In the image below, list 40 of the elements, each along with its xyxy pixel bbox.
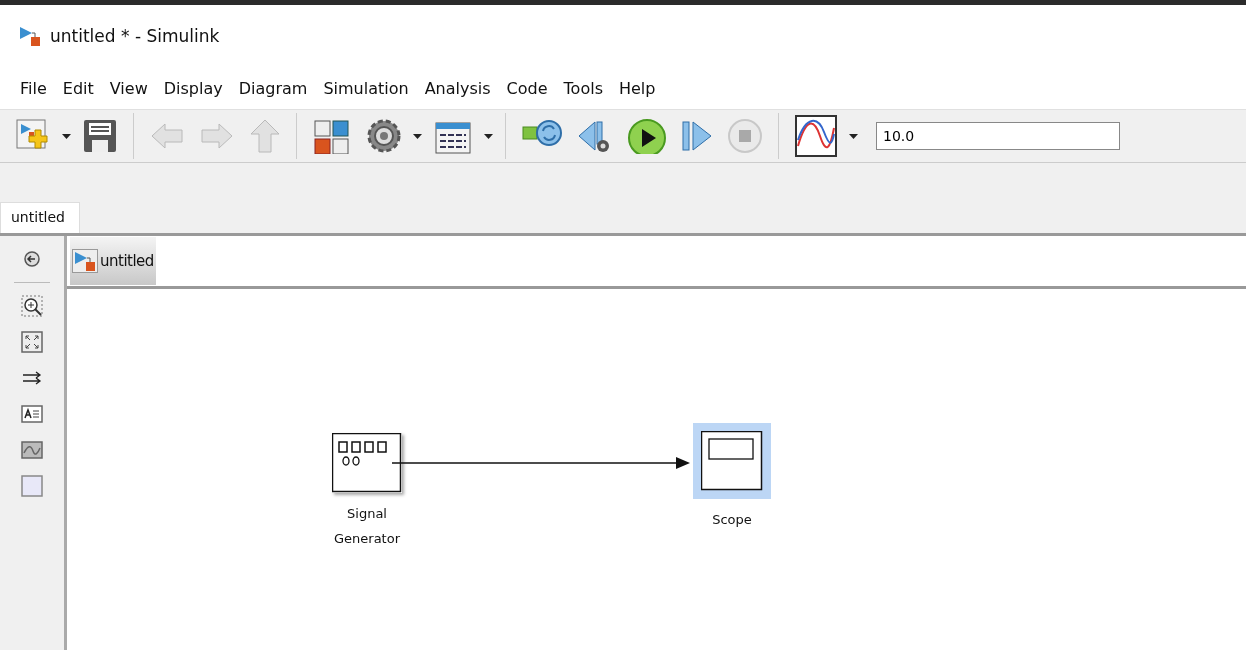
play-icon <box>627 118 667 154</box>
menu-item[interactable]: Simulation <box>315 78 417 98</box>
menu-item[interactable]: Code <box>498 78 556 98</box>
model-tab[interactable]: untitled <box>0 202 80 233</box>
stop-icon <box>727 118 763 154</box>
palette-button[interactable] <box>21 331 43 353</box>
fit-view-icon <box>21 331 43 353</box>
caret-icon <box>62 133 71 139</box>
menu-item[interactable]: Analysis <box>416 78 499 98</box>
step-forward-icon <box>681 118 713 154</box>
caret-icon <box>484 133 493 139</box>
menu-item[interactable]: Tools <box>555 78 611 98</box>
breadcrumb-button[interactable]: untitled <box>70 237 156 285</box>
palette-button[interactable] <box>21 248 43 270</box>
signal-line[interactable] <box>392 457 690 469</box>
annotation-icon <box>21 403 43 425</box>
menu-item[interactable]: Edit <box>54 78 102 98</box>
waveform-icon <box>794 114 838 158</box>
palette-button[interactable] <box>21 295 43 317</box>
menu-item[interactable]: View <box>101 78 156 98</box>
caret-icon <box>413 133 422 139</box>
menu-item[interactable]: File <box>12 78 55 98</box>
up-arrow-icon <box>249 118 281 154</box>
signal-generator-block[interactable] <box>332 433 402 493</box>
caret-icon <box>849 133 858 139</box>
zoom-icon <box>21 295 43 317</box>
block-label: Scope <box>711 511 753 529</box>
window-title: untitled * - Simulink <box>50 26 220 46</box>
gear-icon <box>366 118 402 154</box>
hide-browser-icon <box>21 248 43 270</box>
menu-item[interactable]: Display <box>155 78 231 98</box>
scope-block[interactable] <box>693 423 771 499</box>
image-icon <box>21 439 43 461</box>
stop-time-field[interactable]: 10.0 <box>876 122 1120 150</box>
area-icon <box>21 475 43 497</box>
menu-item[interactable]: Diagram <box>230 78 316 98</box>
menu-item[interactable]: Help <box>610 78 664 98</box>
library-grid-icon <box>312 118 352 154</box>
palette-button[interactable] <box>21 403 43 425</box>
block-label: Signal Generator <box>333 505 401 548</box>
